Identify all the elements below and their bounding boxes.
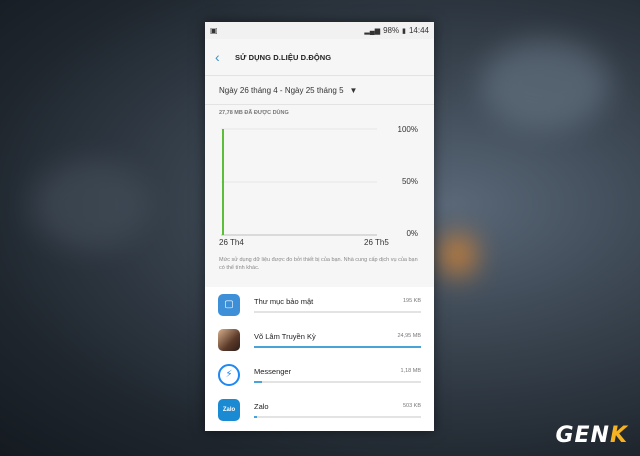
y-tick-label: 50% <box>401 177 418 186</box>
gallery-icon: ▣ <box>210 26 218 35</box>
usage-chart: 27,78 MB ĐÃ ĐƯỢC DÙNG 100% 50% 0% 26 Th4… <box>205 105 434 255</box>
app-bar: ‹ SỬ DỤNG D.LIỆU D.ĐỘNG <box>205 39 434 75</box>
app-name: Messenger <box>254 367 292 376</box>
y-tick-label: 0% <box>406 229 418 238</box>
app-name: Võ Lâm Truyền Kỳ <box>254 332 316 341</box>
usage-bar-fill <box>254 346 421 348</box>
messenger-icon: ⚡ <box>218 363 240 386</box>
page-title: SỬ DỤNG D.LIỆU D.ĐỘNG <box>235 52 332 62</box>
app-info: Dịch vụ của Google Play437 KB <box>254 427 421 431</box>
app-info: Zalo 503 KB <box>254 392 421 427</box>
app-row[interactable]: ▢ Thư mục bảo mật 195 KB <box>205 287 434 322</box>
app-name: Zalo <box>254 402 269 411</box>
app-info: Thư mục bảo mật 195 KB <box>254 287 421 322</box>
background-light <box>440 235 475 275</box>
clock: 14:44 <box>408 26 429 35</box>
usage-note: Mức sử dụng dữ liệu được đo bởi thiết bị… <box>219 257 418 271</box>
app-info: Võ Lâm Truyền Kỳ 24,95 MB <box>254 322 421 357</box>
app-name: Thư mục bảo mật <box>254 297 314 306</box>
app-usage-list: ▢ Thư mục bảo mật 195 KB Võ Lâm Truyền Kỳ 24… <box>205 287 434 431</box>
phone-screen: ▣ ▂▄▆ 98% ▮ 14:44 ‹ SỬ DỤNG D.LIỆU D.ĐỘN… <box>205 22 434 431</box>
x-tick-label: 26 Th4 <box>219 238 244 247</box>
app-data-size: 1,18 MB <box>400 368 421 374</box>
battery-level: 98% <box>383 26 400 35</box>
app-data-size: 24,95 MB <box>397 333 421 339</box>
y-tick-label: 100% <box>397 125 418 134</box>
usage-bar <box>254 416 421 418</box>
dropdown-arrow-icon: ▼ <box>349 85 358 95</box>
battery-icon: ▮ <box>402 27 406 35</box>
app-row[interactable]: Dịch vụ của Google Play437 KB <box>205 427 434 431</box>
date-range-label: Ngày 26 tháng 4 - Ngày 25 tháng 5 <box>219 85 344 95</box>
usage-bar-fill <box>254 381 263 383</box>
usage-bar <box>254 311 421 313</box>
signal-icon: ▂▄▆ <box>364 27 381 35</box>
zalo-icon: Zalo <box>218 398 240 421</box>
app-row[interactable]: ⚡ Messenger 1,18 MB <box>205 357 434 392</box>
date-range-selector[interactable]: Ngày 26 tháng 4 - Ngày 25 tháng 5 ▼ <box>205 75 434 105</box>
secure-folder-icon: ▢ <box>218 293 240 316</box>
app-data-size: 195 KB <box>402 298 421 304</box>
usage-bar <box>254 346 421 348</box>
app-row[interactable]: Zalo Zalo 503 KB <box>205 392 434 427</box>
genk-logo: GENK <box>555 423 628 448</box>
background-blur <box>480 40 610 130</box>
background-blur <box>30 160 150 250</box>
status-bar: ▣ ▂▄▆ 98% ▮ 14:44 <box>205 22 434 39</box>
usage-bar-fill <box>254 416 258 418</box>
app-info: Messenger 1,18 MB <box>254 357 421 392</box>
game-icon <box>218 328 240 351</box>
app-data-size: 503 KB <box>402 403 421 409</box>
back-arrow-icon[interactable]: ‹ <box>215 49 231 65</box>
usage-bar <box>254 381 421 383</box>
app-row[interactable]: Võ Lâm Truyền Kỳ 24,95 MB <box>205 322 434 357</box>
x-tick-label: 26 Th5 <box>364 238 389 247</box>
